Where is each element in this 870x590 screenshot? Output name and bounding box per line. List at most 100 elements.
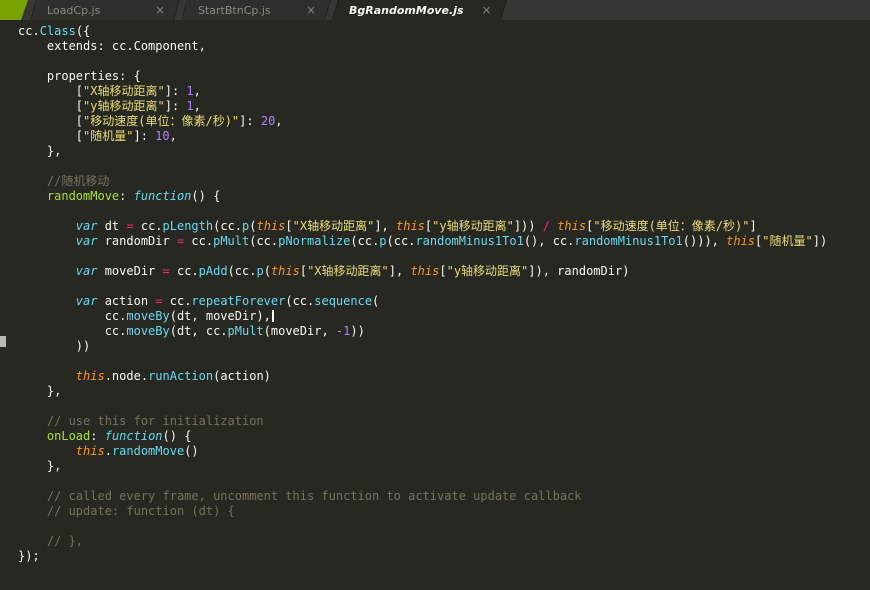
- code-token: ())),: [682, 234, 727, 248]
- code-token: =: [162, 264, 170, 278]
- code-token: function: [104, 429, 163, 443]
- code-line: });: [18, 549, 870, 564]
- code-token: this: [726, 234, 756, 248]
- code-line: var dt = cc.pLength(cc.p(this["X轴移动距离"],…: [18, 219, 870, 234]
- code-token: repeatForever: [191, 294, 286, 308]
- code-token: "y轴移动距离": [446, 264, 529, 278]
- code-token: Class: [39, 24, 76, 38]
- code-token: onLoad: [46, 429, 91, 443]
- code-token: moveBy: [126, 324, 170, 338]
- code-token: randomDir: [97, 234, 177, 248]
- tab-label: LoadCp.js: [47, 3, 101, 17]
- code-token: },: [18, 384, 62, 398]
- code-token: randomMinus1To1: [415, 234, 524, 248]
- code-token: [: [439, 264, 447, 278]
- code-token: ]:: [164, 84, 187, 98]
- code-token: (cc.: [350, 234, 380, 248]
- code-area[interactable]: cc.Class({ extends: cc.Component, proper…: [0, 20, 870, 564]
- code-token: "移动速度(单位：像素/秒)": [83, 114, 240, 128]
- code-token: "移动速度(单位：像素/秒)": [593, 219, 750, 233]
- code-token: ])): [513, 219, 543, 233]
- gutter-marker: [0, 336, 6, 347]
- code-line: // },: [18, 534, 870, 549]
- code-token: ],: [388, 264, 411, 278]
- code-line: )): [18, 339, 870, 354]
- code-token: randomMove: [111, 444, 185, 458]
- code-token: cc.: [133, 219, 163, 233]
- code-token: var: [75, 234, 98, 248]
- code-line: var moveDir = cc.pAdd(cc.p(this["X轴移动距离"…: [18, 264, 870, 279]
- code-line: randomMove: function() {: [18, 189, 870, 204]
- close-icon[interactable]: ×: [306, 4, 316, 16]
- code-token: this: [557, 219, 587, 233]
- code-token: (cc.: [249, 234, 279, 248]
- tab-bgrandommove[interactable]: BgRandomMove.js ×: [333, 0, 506, 20]
- code-line: // update: function (dt) {: [18, 504, 870, 519]
- tab-loadcp[interactable]: LoadCp.js ×: [31, 0, 179, 20]
- code-token: });: [18, 549, 40, 563]
- close-icon[interactable]: ×: [155, 4, 165, 16]
- code-token: (: [263, 264, 271, 278]
- code-token: ]:: [133, 129, 156, 143]
- tab-startbtncp[interactable]: StartBtnCp.js ×: [182, 0, 330, 20]
- code-token: "y轴移动距离": [83, 99, 165, 113]
- code-line: properties: {: [18, 69, 870, 84]
- code-token: (): [184, 444, 199, 458]
- code-token: this: [396, 219, 425, 233]
- code-token: (cc.: [213, 219, 243, 233]
- code-line: cc.moveBy(dt, cc.pMult(moveDir, -1)): [18, 324, 870, 339]
- code-line: //随机移动: [18, 174, 870, 189]
- close-icon[interactable]: ×: [482, 4, 492, 16]
- code-token: randomMove: [46, 189, 120, 203]
- code-token: )): [18, 339, 91, 353]
- code-token: 10: [155, 129, 170, 143]
- code-token: .: [104, 444, 112, 458]
- code-token: (cc.: [285, 294, 315, 308]
- code-token: (: [372, 294, 380, 308]
- code-token: dt: [97, 219, 127, 233]
- code-token: randomMinus1To1: [574, 234, 683, 248]
- tab-bar: LoadCp.js × StartBtnCp.js × BgRandomMove…: [0, 0, 870, 20]
- code-token: cc.: [18, 324, 127, 338]
- code-token: ]): [812, 234, 828, 248]
- code-token: 20: [260, 114, 276, 128]
- code-token: 1: [186, 84, 194, 98]
- code-token: pLength: [162, 219, 214, 233]
- code-token: "X轴移动距离": [307, 264, 389, 278]
- code-token: "X轴移动距离": [83, 84, 165, 98]
- code-line: var randomDir = cc.pMult(cc.pNormalize(c…: [18, 234, 870, 249]
- code-token: (dt, moveDir),: [169, 309, 271, 323]
- code-line: ["X轴移动距离"]: 1,: [18, 84, 870, 99]
- code-token: () {: [191, 189, 221, 203]
- code-token: moveDir: [97, 264, 163, 278]
- code-token: (cc.: [386, 234, 416, 248]
- code-token: cc.: [18, 24, 40, 38]
- code-token: ({: [75, 24, 91, 38]
- code-token: ,: [193, 99, 201, 113]
- code-token: (dt, cc.: [169, 324, 228, 338]
- code-line: ["随机量"]: 10,: [18, 129, 870, 144]
- code-token: [: [18, 99, 84, 113]
- code-token: ]:: [239, 114, 261, 128]
- code-token: :: [119, 189, 134, 203]
- code-token: // called every frame, uncomment this fu…: [18, 489, 582, 503]
- code-token: },: [18, 144, 62, 158]
- code-token: ,: [169, 129, 177, 143]
- code-token: "随机量": [83, 129, 134, 143]
- code-token: -1: [335, 324, 351, 338]
- code-token: function: [133, 189, 192, 203]
- code-token: [: [18, 114, 84, 128]
- code-token: cc.: [169, 264, 199, 278]
- code-token: (moveDir,: [263, 324, 336, 338]
- code-token: cc.: [18, 309, 127, 323]
- code-token: },: [18, 459, 62, 473]
- code-token: p: [256, 264, 264, 278]
